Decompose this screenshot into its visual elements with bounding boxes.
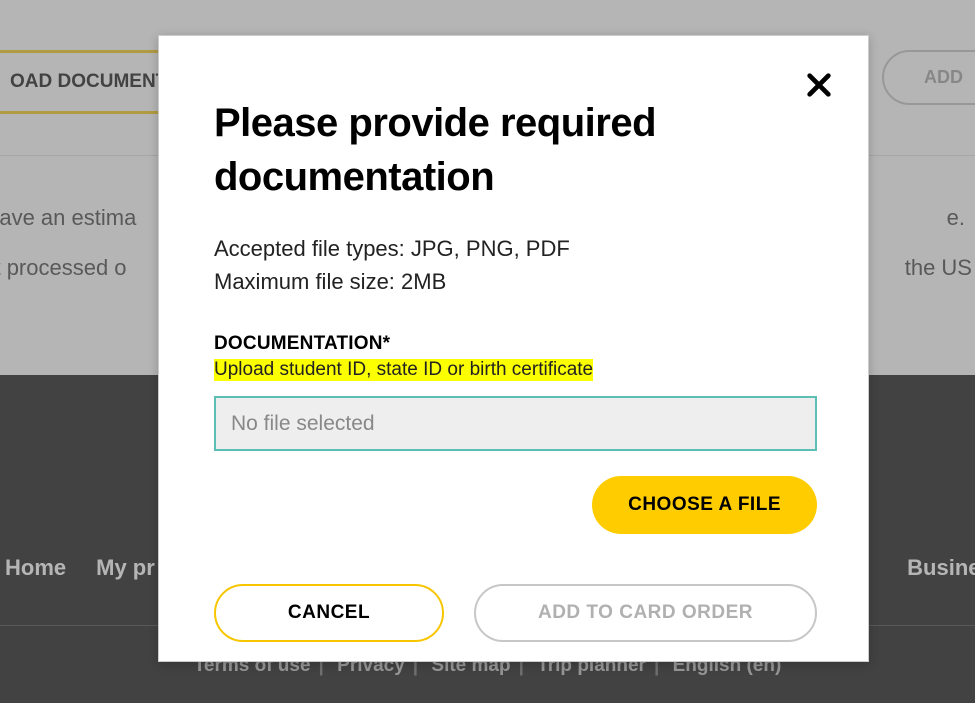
- add-to-card-order-button[interactable]: ADD TO CARD ORDER: [474, 584, 817, 642]
- cancel-button[interactable]: CANCEL: [214, 584, 444, 642]
- documentation-field-label: DOCUMENTATION*: [214, 333, 813, 355]
- close-icon: [805, 71, 833, 99]
- modal-title: Please provide required documentation: [214, 96, 813, 204]
- file-input[interactable]: No file selected: [214, 396, 817, 451]
- file-input-placeholder: No file selected: [231, 412, 375, 436]
- max-file-size: Maximum file size: 2MB: [214, 265, 813, 298]
- upload-hint-text: Upload student ID, state ID or birth cer…: [214, 359, 593, 381]
- choose-file-button[interactable]: CHOOSE A FILE: [592, 476, 817, 534]
- close-button[interactable]: [805, 71, 833, 104]
- accepted-file-types: Accepted file types: JPG, PNG, PDF: [214, 232, 813, 265]
- upload-documentation-modal: Please provide required documentation Ac…: [158, 35, 869, 662]
